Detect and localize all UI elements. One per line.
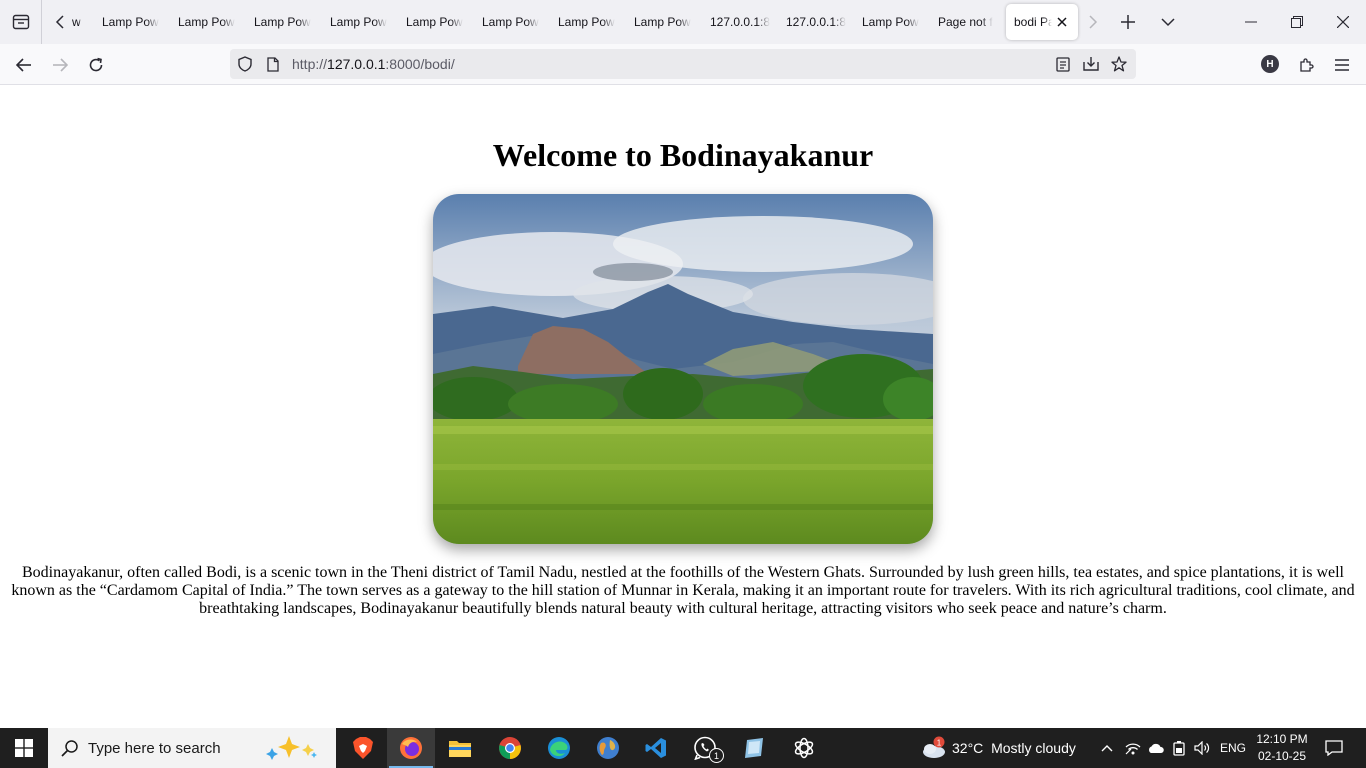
tab-label: Lamp Pow (482, 15, 539, 29)
url-text[interactable]: http://127.0.0.1:8000/bodi/ (292, 56, 455, 72)
forward-arrow-icon[interactable] (45, 50, 75, 80)
system-clock[interactable]: 12:10 PM 02-10-25 (1252, 731, 1312, 765)
town-description: Bodinayakanur, often called Bodi, is a s… (11, 564, 1355, 617)
windows-taskbar: Type here to search 1 1 32°C Mostly clou… (0, 728, 1366, 768)
tab-label: Lamp Pow (862, 15, 919, 29)
tab[interactable]: Lamp Pow (254, 4, 318, 40)
tab-label: Lamp Pow (102, 15, 159, 29)
tab-strip: w Lamp Pow Lamp Pow Lamp Pow Lamp Pow La… (72, 0, 1082, 44)
whatsapp-notification-badge: 1 (709, 748, 724, 763)
vscode-icon[interactable] (632, 728, 680, 768)
browser-tab-bar: w Lamp Pow Lamp Pow Lamp Pow Lamp Pow La… (0, 0, 1366, 44)
taskbar-search-box[interactable]: Type here to search (48, 728, 336, 768)
close-window-icon[interactable] (1320, 0, 1366, 44)
firefox-icon[interactable] (387, 728, 435, 768)
restore-window-icon[interactable] (1274, 0, 1320, 44)
chatgpt-icon[interactable] (780, 728, 828, 768)
chrome-icon[interactable] (486, 728, 534, 768)
list-all-tabs-icon[interactable] (0, 0, 42, 44)
edge-icon[interactable] (535, 728, 583, 768)
tab[interactable]: Page not f (938, 4, 1002, 40)
tab[interactable]: Lamp Pow (558, 4, 622, 40)
clock-date: 02-10-25 (1257, 749, 1307, 763)
extensions-puzzle-icon[interactable] (1291, 50, 1321, 80)
url-path: :8000/bodi/ (385, 56, 455, 72)
weather-cloud-icon[interactable]: 1 (918, 728, 948, 768)
new-tab-plus-icon[interactable] (1116, 8, 1140, 36)
whatsapp-icon[interactable]: 1 (681, 728, 729, 768)
tab[interactable]: Lamp Pow (178, 4, 242, 40)
tab[interactable]: Lamp Pow (634, 4, 698, 40)
tab[interactable]: Lamp Pow (330, 4, 394, 40)
brave-icon[interactable] (339, 728, 387, 768)
close-tab-icon[interactable] (1054, 14, 1070, 30)
tab[interactable]: w (72, 4, 82, 40)
account-avatar[interactable]: H (1261, 55, 1279, 73)
bookmark-star-icon[interactable] (1110, 55, 1128, 73)
tab[interactable]: Lamp Pow (406, 4, 470, 40)
page-title: Welcome to Bodinayakanur (492, 137, 874, 173)
tab-label: Lamp Pow (406, 15, 463, 29)
tabs-scroll-left-icon[interactable] (48, 8, 72, 36)
landscape-photo (433, 194, 933, 544)
url-scheme: http:// (292, 56, 328, 72)
tab-label: Lamp Pow (330, 15, 387, 29)
tab-active[interactable]: bodi Pa (1006, 4, 1078, 40)
tab[interactable]: Lamp Pow (102, 4, 166, 40)
tab-label: Lamp Pow (254, 15, 311, 29)
url-host: 127.0.0.1 (327, 56, 386, 72)
volume-speaker-icon[interactable] (1192, 728, 1212, 768)
minimize-window-icon[interactable] (1228, 0, 1274, 44)
tabs-scroll-right-icon[interactable] (1082, 8, 1104, 36)
tab-label: 127.0.0.1:8 (710, 15, 771, 29)
weather-readout[interactable]: 32°C Mostly cloudy (952, 740, 1076, 756)
reader-view-icon[interactable] (1054, 55, 1072, 73)
tab-label: 127.0.0.1:8 (786, 15, 847, 29)
input-language-indicator[interactable]: ENG (1220, 741, 1246, 755)
tab[interactable]: 127.0.0.1:8 (710, 4, 774, 40)
clock-time: 12:10 PM (1256, 732, 1308, 746)
search-icon (60, 738, 80, 758)
tab-label: w (72, 15, 81, 29)
navigation-toolbar: http://127.0.0.1:8000/bodi/ H (0, 44, 1366, 85)
globe-app-icon[interactable] (584, 728, 632, 768)
save-to-pocket-icon[interactable] (1082, 55, 1100, 73)
windows-start-icon[interactable] (0, 728, 48, 768)
hamburger-menu-icon[interactable] (1327, 50, 1357, 80)
back-arrow-icon[interactable] (9, 50, 39, 80)
onedrive-cloud-icon[interactable] (1146, 728, 1166, 768)
notifications-icon[interactable] (1320, 728, 1348, 768)
tab[interactable]: 127.0.0.1:8 (786, 4, 850, 40)
tab-label: Lamp Pow (558, 15, 615, 29)
tab-label: Lamp Pow (634, 15, 691, 29)
weather-temp: 32°C (952, 740, 984, 756)
file-explorer-icon[interactable] (436, 728, 484, 768)
search-placeholder: Type here to search (88, 740, 221, 757)
reload-icon[interactable] (81, 50, 111, 80)
show-hidden-icons-chevron-up-icon[interactable] (1098, 728, 1116, 768)
tracking-protection-shield-icon[interactable] (236, 55, 254, 73)
search-highlight-sparkle-icon (264, 734, 328, 762)
address-bar[interactable]: http://127.0.0.1:8000/bodi/ (230, 49, 1136, 79)
tab-label: Page not f (938, 15, 993, 29)
tab-label: bodi Pa (1014, 15, 1052, 29)
notes-app-icon[interactable] (730, 728, 778, 768)
page-info-icon[interactable] (264, 55, 282, 73)
network-wifi-icon[interactable] (1124, 728, 1142, 768)
battery-power-icon[interactable] (1170, 728, 1188, 768)
weather-alert-badge: 1 (937, 739, 942, 748)
web-page: Welcome to Bodinayakanur Bodinayakanur, … (0, 85, 1366, 728)
weather-condition: Mostly cloudy (991, 740, 1076, 756)
chevron-down-icon[interactable] (1156, 8, 1180, 36)
tab[interactable]: Lamp Pow (482, 4, 546, 40)
tab-label: Lamp Pow (178, 15, 235, 29)
tab[interactable]: Lamp Pow (862, 4, 926, 40)
